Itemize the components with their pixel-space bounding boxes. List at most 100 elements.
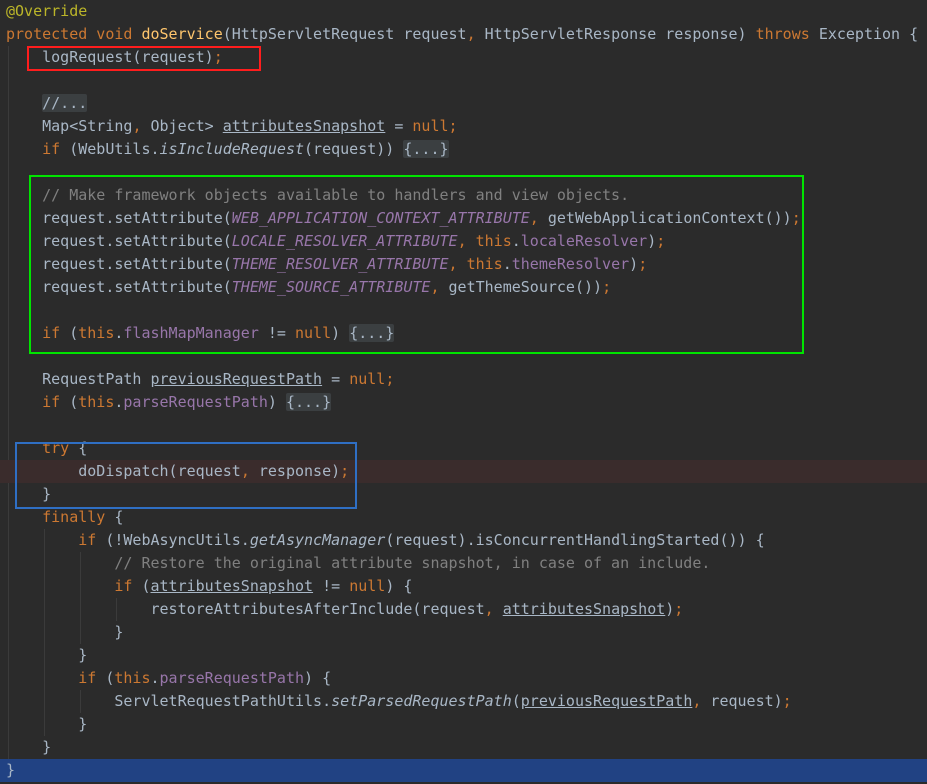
code-line-16[interactable]	[0, 345, 927, 368]
code-line-17[interactable]: RequestPath previousRequestPath = null;	[0, 368, 927, 391]
code-token: !=	[258, 324, 295, 342]
code-token: null	[412, 117, 449, 135]
code-token: Exception {	[818, 25, 919, 43]
code-token: this	[78, 393, 115, 411]
fold-placeholder[interactable]: {...}	[285, 393, 332, 411]
code-token: attributesSnapshot	[502, 600, 666, 618]
code-token: null	[349, 577, 386, 595]
code-line-18[interactable]: if (this.parseRequestPath) {...}	[0, 391, 927, 414]
code-token: // Restore the original attribute snapsh…	[6, 554, 711, 572]
code-line-11[interactable]: request.setAttribute(LOCALE_RESOLVER_ATT…	[0, 230, 927, 253]
code-token: ,	[484, 600, 503, 618]
code-editor[interactable]: @Override protected void doService(HttpSe…	[0, 0, 927, 784]
code-line-14[interactable]	[0, 299, 927, 322]
code-token: =	[322, 370, 350, 388]
code-token: this	[475, 232, 512, 250]
code-token: getAsyncManager	[249, 531, 386, 549]
code-token: previousRequestPath	[150, 370, 323, 388]
code-token: !=	[313, 577, 350, 595]
code-line-27[interactable]: restoreAttributesAfterInclude(request, a…	[0, 598, 927, 621]
code-token: }	[6, 485, 52, 503]
code-token: flashMapManager	[123, 324, 259, 342]
code-token: }	[6, 761, 16, 779]
code-line-24[interactable]: if (!WebAsyncUtils.getAsyncManager(reque…	[0, 529, 927, 552]
code-token: if	[42, 393, 70, 411]
code-line-22[interactable]: }	[0, 483, 927, 506]
code-token: logRequest(request)	[6, 48, 214, 66]
code-line-9[interactable]: // Make framework objects available to h…	[0, 184, 927, 207]
code-line-20[interactable]: try {	[0, 437, 927, 460]
code-token: ) {	[385, 577, 413, 595]
code-line-12[interactable]: request.setAttribute(THEME_RESOLVER_ATTR…	[0, 253, 927, 276]
code-line-29[interactable]: }	[0, 644, 927, 667]
code-token: localeResolver	[520, 232, 648, 250]
code-token: (HttpServletRequest request	[222, 25, 467, 43]
code-token: attributesSnapshot	[150, 577, 314, 595]
code-token: protected void	[6, 25, 142, 43]
code-line-13[interactable]: request.setAttribute(THEME_SOURCE_ATTRIB…	[0, 276, 927, 299]
code-token: ;	[656, 232, 666, 250]
code-token: request.setAttribute(	[6, 255, 232, 273]
code-token: )	[629, 255, 639, 273]
code-token: ;	[638, 255, 648, 273]
code-token: .	[502, 255, 512, 273]
code-line-34[interactable]: }	[0, 759, 927, 782]
code-token: }	[6, 738, 52, 756]
code-token: {	[114, 508, 124, 526]
code-token: doDispatch(request	[6, 462, 241, 480]
code-token: ,	[240, 462, 259, 480]
code-token: ServletRequestPathUtils.	[6, 692, 332, 710]
code-token: RequestPath	[6, 370, 151, 388]
code-token: request.setAttribute(	[6, 232, 232, 250]
code-line-30[interactable]: if (this.parseRequestPath) {	[0, 667, 927, 690]
code-line-21[interactable]: doDispatch(request, response);	[0, 460, 927, 483]
code-token: .	[511, 232, 521, 250]
code-line-25[interactable]: // Restore the original attribute snapsh…	[0, 552, 927, 575]
code-token: @Override	[6, 2, 88, 20]
code-token: {	[78, 439, 88, 457]
code-token: if	[42, 140, 70, 158]
code-line-19[interactable]	[0, 414, 927, 437]
code-token: finally	[42, 508, 115, 526]
code-token: (WebUtils.	[69, 140, 160, 158]
code-line-10[interactable]: request.setAttribute(WEB_APPLICATION_CON…	[0, 207, 927, 230]
code-token: (	[141, 577, 151, 595]
code-token: request.setAttribute(	[6, 278, 232, 296]
code-line-15[interactable]: if (this.flashMapManager != null) {...}	[0, 322, 927, 345]
code-token: request.setAttribute(	[6, 209, 232, 227]
code-line-33[interactable]: }	[0, 736, 927, 759]
code-token: )	[665, 600, 675, 618]
code-token: (request).isConcurrentHandlingStarted())…	[385, 531, 765, 549]
code-line-28[interactable]: }	[0, 621, 927, 644]
code-line-4[interactable]	[0, 69, 927, 92]
code-line-6[interactable]: Map<String, Object> attributesSnapshot =…	[0, 115, 927, 138]
code-line-7[interactable]: if (WebUtils.isIncludeRequest(request)) …	[0, 138, 927, 161]
code-line-32[interactable]: }	[0, 713, 927, 736]
code-token: null	[295, 324, 332, 342]
code-line-23[interactable]: finally {	[0, 506, 927, 529]
code-line-1[interactable]: @Override	[0, 0, 927, 23]
code-line-2[interactable]: protected void doService(HttpServletRequ…	[0, 23, 927, 46]
code-token: request)	[710, 692, 783, 710]
code-line-31[interactable]: ServletRequestPathUtils.setParsedRequest…	[0, 690, 927, 713]
code-token: if	[42, 324, 70, 342]
code-line-8[interactable]	[0, 161, 927, 184]
code-line-26[interactable]: if (attributesSnapshot != null) {	[0, 575, 927, 598]
code-line-5[interactable]: //...	[0, 92, 927, 115]
code-token: )	[267, 393, 286, 411]
code-token: ;	[782, 692, 792, 710]
code-token: ;	[448, 117, 458, 135]
fold-placeholder[interactable]: //...	[42, 94, 88, 112]
code-line-3[interactable]: logRequest(request);	[0, 46, 927, 69]
fold-placeholder[interactable]: {...}	[349, 324, 395, 342]
code-token: ;	[602, 278, 612, 296]
code-token: WEB_APPLICATION_CONTEXT_ATTRIBUTE	[231, 209, 530, 227]
fold-placeholder[interactable]: {...}	[403, 140, 449, 158]
code-token: }	[6, 715, 88, 733]
code-token: getWebApplicationContext())	[547, 209, 792, 227]
